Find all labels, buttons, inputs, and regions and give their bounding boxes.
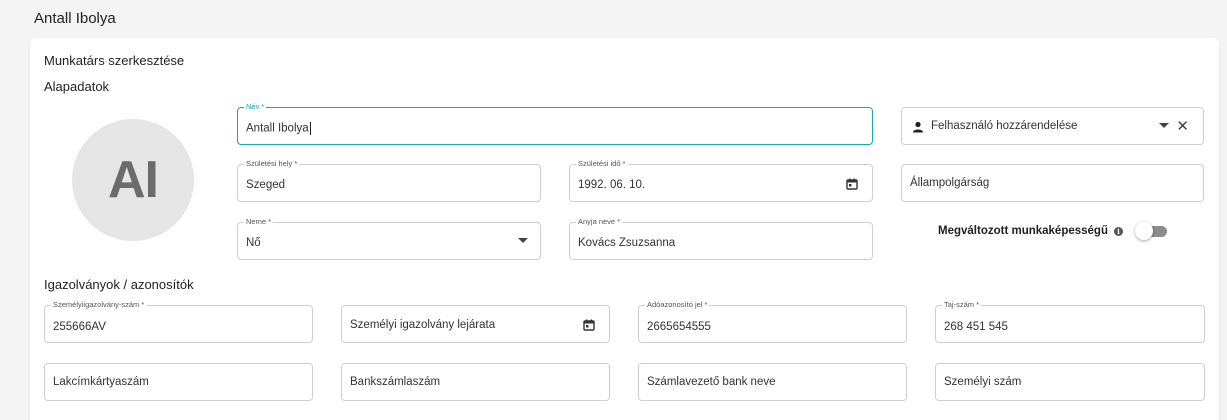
calendar-icon[interactable] [583,319,595,331]
personal-number-placeholder: Személyi szám [944,376,1022,388]
name-label: Név * [244,102,267,112]
bank-account-placeholder: Bankszámlaszám [350,376,441,388]
gender-select[interactable]: Neme * Nő [237,217,541,260]
birth-place-field[interactable]: Születési hely * Szeged [237,159,541,202]
address-card-field[interactable]: Lakcímkártyaszám [44,363,313,401]
address-card-placeholder: Lakcímkártyaszám [53,376,149,388]
mother-name-field[interactable]: Anyja neve * Kovács Zsuzsanna [569,217,873,260]
text-cursor [309,122,311,135]
bank-name-placeholder: Számlavezető bank neve [647,376,776,388]
mother-name-value: Kovács Zsuzsanna [578,237,676,249]
section-basic-data: Alapadatok [44,79,110,94]
tax-id-label: Adóazonosító jel * [645,300,710,310]
avatar: AI [72,119,194,241]
gender-label: Neme * [244,217,274,227]
birth-date-value: 1992. 06. 10. [578,179,646,191]
id-card-label: Személyiigazolvány-szám * [51,300,147,310]
disability-label: Megváltozott munkaképességű [938,225,1108,237]
id-expiry-field[interactable]: Személyi igazolvány lejárata [341,305,610,343]
personal-number-field[interactable]: Személyi szám [935,363,1205,401]
citizenship-field[interactable]: Állampolgárság [901,164,1204,202]
birth-place-value: Szeged [246,179,286,191]
calendar-icon[interactable] [846,178,858,190]
gender-value: Nő [246,237,261,249]
disability-toggle[interactable] [1134,222,1169,240]
taj-number-field[interactable]: Taj-szám * 268 451 545 [935,300,1205,343]
info-icon[interactable]: i [1113,226,1123,236]
taj-label: Taj-szám * [942,300,982,310]
birth-date-label: Születési idő * [576,159,628,169]
user-assign-select[interactable]: Felhasználó hozzárendelése ✕ [901,107,1204,145]
id-card-value: 255666AV [53,321,106,333]
page-title: Antall Ibolya [34,10,116,27]
clear-icon[interactable]: ✕ [1176,119,1189,134]
name-field[interactable]: Név * Antall Ibolya [237,102,873,145]
dropdown-arrow-icon[interactable] [1159,123,1169,128]
disability-toggle-row: Megváltozott munkaképességű i [938,222,1169,240]
person-icon [913,121,923,133]
section-ids: Igazolványok / azonosítók [44,277,194,292]
citizenship-placeholder: Állampolgárság [910,177,990,189]
user-assign-placeholder: Felhasználó hozzárendelése [931,120,1078,132]
birth-date-field[interactable]: Születési idő * 1992. 06. 10. [569,159,873,202]
name-value: Antall Ibolya [246,122,309,135]
mother-name-label: Anyja neve * [576,217,623,227]
birth-place-label: Születési hely * [244,159,300,169]
tax-id-value: 2665654555 [647,321,711,333]
toggle-thumb [1134,222,1153,240]
id-expiry-placeholder: Személyi igazolvány lejárata [350,319,496,331]
form-title: Munkatárs szerkesztése [44,53,185,68]
taj-value: 268 451 545 [944,321,1008,333]
bank-account-field[interactable]: Bankszámlaszám [341,363,610,401]
bank-name-field[interactable]: Számlavezető bank neve [638,363,907,401]
tax-id-field[interactable]: Adóazonosító jel * 2665654555 [638,300,907,343]
avatar-initials: AI [108,151,159,209]
id-card-number-field[interactable]: Személyiigazolvány-szám * 255666AV [44,300,313,343]
dropdown-arrow-icon[interactable] [518,238,528,243]
name-value-wrap: Antall Ibolya [246,122,311,135]
